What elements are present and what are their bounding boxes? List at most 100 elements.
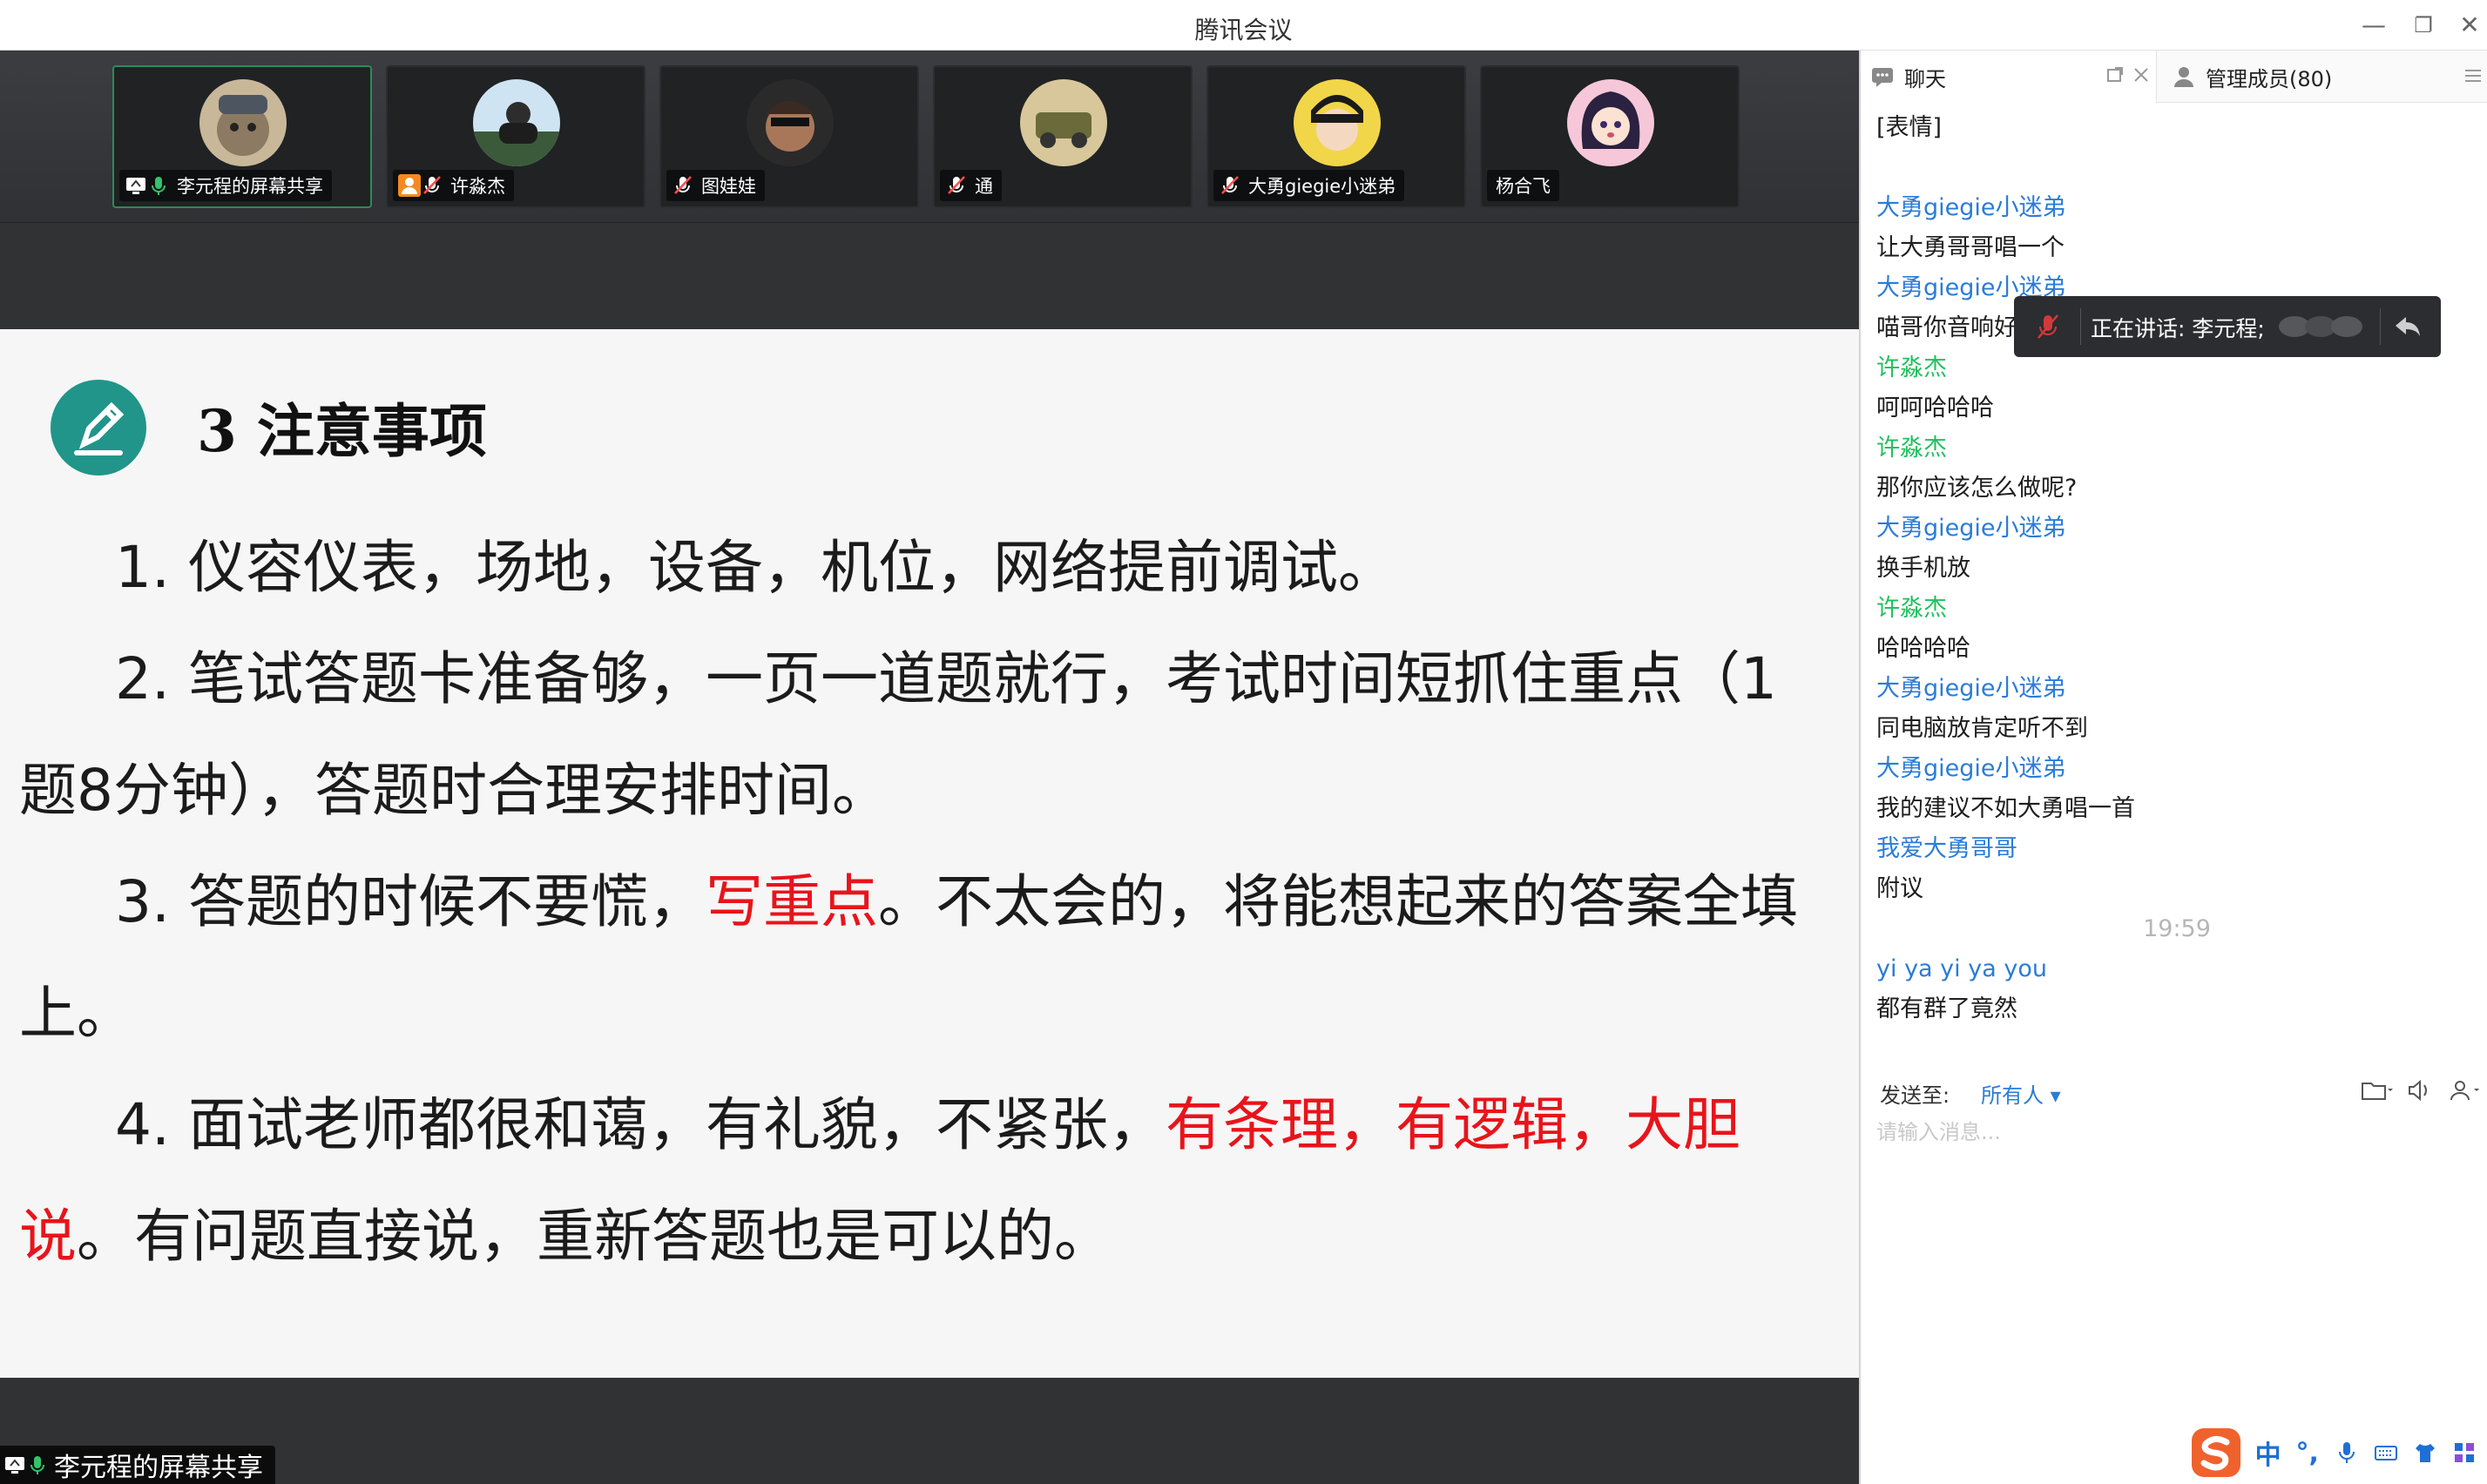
chat-sender-name[interactable]: 我爱大勇哥哥 xyxy=(1876,829,2477,869)
mic-muted-icon xyxy=(945,174,968,197)
slide-text: 4. 面试老师都很和蔼，有礼貌，不紧张， xyxy=(115,1091,1166,1158)
participant-video-strip: 李元程的屏幕共享 许淼杰 图娃娃 通 大勇giegie小迷弟 杨合飞 xyxy=(0,51,1859,223)
user-settings-icon[interactable] xyxy=(2446,1075,2481,1106)
chat-bubble-icon xyxy=(1869,64,1896,90)
reply-icon[interactable] xyxy=(2390,310,2425,343)
chat-message-text: [表情] xyxy=(1876,114,1943,141)
chat-sender-name[interactable]: yi ya yi ya you xyxy=(1876,949,2477,989)
slide-body: 1. 仪容仪表，场地，设备，机位，网络提前调试。 2. 笔试答题卡准备够，一页一… xyxy=(19,512,1818,1292)
participant-name: 许淼杰 xyxy=(450,176,505,197)
slide-text: 3. 答题的时候不要慌， xyxy=(115,868,706,935)
slide-highlight: 写重点 xyxy=(705,868,878,935)
tab-members-label: 管理成员(80) xyxy=(2206,66,2333,91)
close-button[interactable]: ✕ xyxy=(2452,9,2487,42)
ime-punctuation-toggle[interactable]: °, xyxy=(2290,1435,2324,1470)
chat-sender-name[interactable]: 许淼杰 xyxy=(1876,589,2477,629)
send-target-dropdown[interactable]: 所有人 ▾ xyxy=(1981,1078,2061,1109)
participant-name: 李元程的屏幕共享 xyxy=(177,176,323,197)
app-title: 腾讯会议 xyxy=(1194,16,1293,44)
pop-out-icon[interactable] xyxy=(2105,64,2125,85)
send-to-label: 发送至: xyxy=(1880,1083,1950,1108)
screen-share-indicator[interactable]: 李元程的屏幕共享 xyxy=(0,1446,275,1484)
avatar xyxy=(1020,79,1107,166)
share-letterbox-top xyxy=(0,223,1859,329)
participant-name: 图娃娃 xyxy=(701,176,756,197)
avatar xyxy=(1567,79,1654,166)
avatar xyxy=(199,79,287,166)
chat-message-text: 都有群了竟然 xyxy=(1876,995,2017,1022)
restore-button[interactable]: ❐ xyxy=(2406,9,2441,42)
chat-sender-name[interactable]: 大勇giegie小迷弟 xyxy=(1876,669,2477,709)
slide-heading: 3 注意事项 xyxy=(197,397,487,465)
ime-language-toggle[interactable]: 中 xyxy=(2251,1435,2285,1471)
mic-muted-icon xyxy=(1219,174,1241,197)
person-icon xyxy=(2171,64,2197,90)
ime-toolbar: 中 °, xyxy=(2188,1421,2487,1484)
skin-shirt-icon[interactable] xyxy=(2409,1435,2443,1470)
sogou-logo-icon[interactable] xyxy=(2188,1425,2244,1481)
participant-namebar: 大勇giegie小迷弟 xyxy=(1213,170,1405,201)
menu-icon[interactable] xyxy=(2462,64,2484,87)
blurred-names xyxy=(2277,315,2364,338)
speaking-label: 正在讲话: 李元程; xyxy=(2091,316,2265,341)
message-input[interactable] xyxy=(1876,1115,2477,1376)
tab-chat[interactable]: 聊天 xyxy=(1861,51,2157,103)
participant-name: 大勇giegie小迷弟 xyxy=(1248,176,1396,197)
slide-item: 3. 答题的时候不要慌，写重点。不太会的，将能想起来的答案全填上。 xyxy=(19,847,1818,1069)
avatar xyxy=(747,79,834,166)
toolbox-grid-icon[interactable] xyxy=(2448,1435,2482,1470)
pencil-icon xyxy=(51,380,146,476)
mic-muted-icon xyxy=(2031,310,2065,343)
minimize-button[interactable]: — xyxy=(2356,9,2391,42)
slide-item: 4. 面试老师都很和蔼，有礼貌，不紧张，有条理，有逻辑，大胆说。有问题直接说，重… xyxy=(19,1069,1818,1292)
chat-sender-name[interactable]: 大勇giegie小迷弟 xyxy=(1876,509,2477,549)
participant-tile[interactable]: 大勇giegie小迷弟 xyxy=(1206,65,1466,208)
participant-tile[interactable]: 杨合飞 xyxy=(1480,65,1740,208)
participant-tile[interactable]: 通 xyxy=(933,65,1193,208)
participant-namebar: 图娃娃 xyxy=(666,170,765,201)
chat-sender-name[interactable]: 大勇giegie小迷弟 xyxy=(1876,188,2477,228)
send-tools xyxy=(2350,1075,2481,1106)
tab-chat-label: 聊天 xyxy=(1904,66,1946,91)
participant-tile[interactable]: 许淼杰 xyxy=(386,65,645,208)
chat-message-text: 我的建议不如大勇唱一首 xyxy=(1876,795,2135,822)
slide-item: 1. 仪容仪表，场地，设备，机位，网络提前调试。 xyxy=(115,534,1396,601)
send-target-row: 发送至: 所有人 ▾ xyxy=(1880,1071,2481,1111)
participant-tile[interactable]: 李元程的屏幕共享 xyxy=(112,65,372,208)
avatar xyxy=(1294,79,1381,166)
chat-message-text: 附议 xyxy=(1876,875,1923,902)
divider xyxy=(2380,308,2381,345)
share-letterbox-bottom: 李元程的屏幕共享 xyxy=(0,1378,1859,1484)
participant-name: 杨合飞 xyxy=(1496,176,1551,197)
keyboard-icon[interactable] xyxy=(2369,1435,2403,1470)
speaker-icon[interactable] xyxy=(2403,1075,2437,1106)
slide-text: 。有问题直接说，重新答题也是可以的。 xyxy=(77,1203,1112,1270)
tab-members[interactable]: 管理成员(80) xyxy=(2162,51,2476,103)
chat-message-text: 呵呵哈哈哈 xyxy=(1876,395,1994,422)
microphone-icon[interactable] xyxy=(2329,1435,2363,1470)
folder-icon[interactable] xyxy=(2359,1075,2394,1106)
speaking-indicator-toast: 正在讲话: 李元程; xyxy=(2014,296,2441,357)
mic-on-icon xyxy=(147,174,170,197)
chat-sender-name[interactable]: 许淼杰 xyxy=(1876,428,2477,469)
chat-message-text: 让大勇哥哥唱一个 xyxy=(1876,234,2065,261)
chat-message-text: 换手机放 xyxy=(1876,555,1970,582)
participant-tile[interactable]: 图娃娃 xyxy=(659,65,919,208)
chat-sender-name[interactable]: 大勇giegie小迷弟 xyxy=(1876,749,2477,789)
participant-namebar: 李元程的屏幕共享 xyxy=(119,170,332,201)
avatar xyxy=(473,79,560,166)
screen-share-icon xyxy=(125,174,147,197)
mic-on-icon xyxy=(26,1454,49,1476)
mic-muted-icon xyxy=(672,174,694,197)
panel-tabs: 聊天 管理成员(80) xyxy=(1861,51,2487,103)
participant-namebar: 许淼杰 xyxy=(393,170,514,201)
title-bar: 腾讯会议 — ❐ ✕ xyxy=(0,0,2487,51)
person-icon xyxy=(398,174,421,197)
chat-panel: 聊天 管理成员(80) [表情] 大勇giegie小迷弟 让大勇哥哥唱一个 大勇gie… xyxy=(1859,51,2487,1484)
chat-timestamp: 19:59 xyxy=(2143,915,2211,942)
close-icon[interactable] xyxy=(2131,64,2152,85)
participant-namebar: 通 xyxy=(940,170,1002,201)
shared-screen-slide: 3 注意事项 1. 仪容仪表，场地，设备，机位，网络提前调试。 2. 笔试答题卡… xyxy=(0,329,1859,1378)
mic-muted-icon xyxy=(421,174,443,197)
slide-item: 2. 笔试答题卡准备够，一页一道题就行，考试时间短抓住重点（1题8分钟），答题时… xyxy=(19,645,1777,824)
